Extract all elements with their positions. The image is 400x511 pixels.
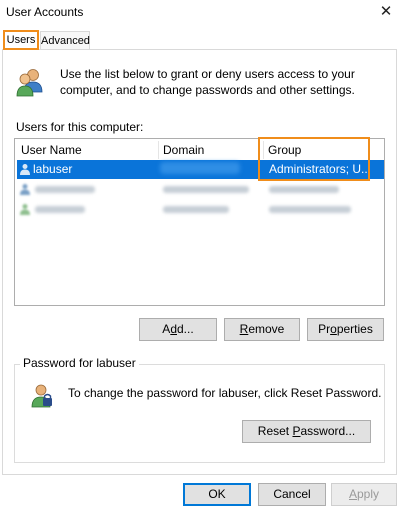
reset-password-button[interactable]: Reset Password... [242,420,371,443]
title-bar: User Accounts ✕ [0,0,400,26]
password-group-legend: Password for labuser [20,356,139,370]
row-user-name: labuser [33,162,73,176]
close-icon[interactable]: ✕ [375,1,397,23]
user-icon [20,184,30,195]
remove-user-button[interactable]: Remove [224,318,300,341]
apply-button[interactable]: Apply [331,483,397,506]
properties-button[interactable]: Properties [307,318,384,341]
redacted-row[interactable] [17,200,384,219]
row-group: Administrators; U... [269,162,372,176]
password-instructions: To change the password for labuser, clic… [68,386,382,400]
column-header-user-name[interactable]: User Name [17,141,157,159]
password-group-box [14,364,385,463]
column-header-group[interactable]: Group [263,141,384,159]
user-icon [20,164,30,175]
window-title: User Accounts [6,5,84,19]
password-icon [31,384,52,408]
ok-button[interactable]: OK [183,483,251,506]
tab-advanced[interactable]: Advanced [40,31,90,49]
users-list-label: Users for this computer: [16,120,144,134]
redacted-row[interactable] [17,180,384,199]
column-header-domain[interactable]: Domain [158,141,262,159]
intro-text: Use the list below to grant or deny user… [60,67,355,97]
user-icon [20,204,30,215]
users-group-icon [16,69,43,97]
add-user-button[interactable]: Add... [139,318,217,341]
tab-users[interactable]: Users [3,30,39,50]
cancel-button[interactable]: Cancel [258,483,326,506]
redacted-domain [160,162,240,174]
